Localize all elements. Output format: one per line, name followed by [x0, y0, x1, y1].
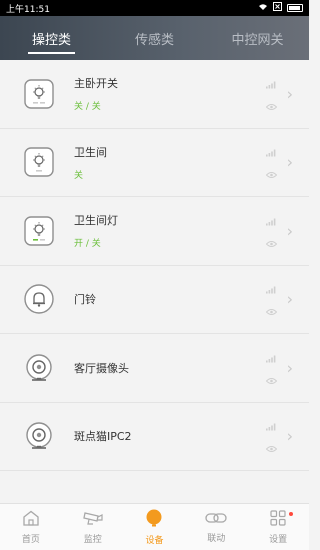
tab-gateway[interactable]: 中控网关 — [206, 16, 309, 60]
device-name: 客厅摄像头 — [74, 361, 129, 375]
device-state: 开 / 关 — [74, 239, 101, 250]
home-icon — [22, 510, 40, 529]
doorbell-icon — [22, 282, 56, 316]
chevron-right-icon: › — [286, 289, 293, 309]
tab-control[interactable]: 操控类 — [0, 16, 103, 60]
eye-icon — [265, 95, 277, 114]
device-row-main-bedroom-switch[interactable]: 主卧开关 关 / 关 › — [0, 60, 309, 129]
device-row-doorbell[interactable]: 门铃 › — [0, 266, 309, 334]
nav-devices[interactable]: 设备 — [124, 504, 186, 550]
notification-dot — [288, 512, 293, 516]
device-row-living-room-camera[interactable]: 客厅摄像头 › — [0, 334, 309, 403]
camera-icon — [22, 419, 56, 453]
no-sim-icon — [273, 2, 282, 14]
chevron-right-icon: › — [286, 221, 293, 241]
light-switch-icon — [22, 77, 56, 111]
signal-icon — [266, 347, 276, 366]
device-state: 关 / 关 — [74, 102, 101, 113]
signal-icon — [266, 416, 276, 435]
grid-settings-icon — [270, 509, 286, 529]
eye-icon — [265, 164, 277, 183]
nav-linkage[interactable]: 联动 — [185, 504, 247, 550]
light-switch-icon — [22, 214, 56, 248]
signal-icon — [266, 210, 276, 229]
nav-label: 监控 — [83, 534, 102, 545]
device-name: 斑点猫IPC2 — [74, 430, 132, 444]
device-row-bathroom[interactable]: 卫生间 关 › — [0, 129, 309, 197]
status-bar: 上午11:51 — [0, 0, 309, 16]
status-icons — [258, 2, 303, 14]
nav-monitor[interactable]: 监控 — [62, 504, 124, 550]
device-name: 门铃 — [74, 293, 96, 307]
device-row-bathroom-light[interactable]: 卫生间灯 开 / 关 › — [0, 197, 309, 266]
eye-icon — [265, 369, 277, 388]
camera-icon — [22, 351, 56, 385]
nav-home[interactable]: 首页 — [0, 504, 62, 550]
nav-settings[interactable]: 设置 — [247, 504, 309, 550]
device-name: 卫生间 — [74, 145, 107, 159]
chevron-right-icon: › — [286, 152, 293, 172]
device-state: 关 — [74, 170, 84, 181]
eye-icon — [265, 301, 277, 320]
eye-icon — [265, 232, 277, 251]
signal-icon — [266, 279, 276, 298]
chevron-right-icon: › — [286, 84, 293, 104]
cctv-icon — [82, 510, 103, 529]
bottom-nav: 首页 监控 设备 联动 设置 — [0, 503, 309, 550]
nav-label: 首页 — [21, 534, 40, 545]
device-row-ipc2-camera[interactable]: 斑点猫IPC2 › — [0, 403, 309, 471]
signal-icon — [266, 142, 276, 161]
device-list: 主卧开关 关 / 关 › 卫生间 关 › 卫生间灯 开 / 关 › 门铃 › 客… — [0, 60, 309, 503]
device-name: 卫生间灯 — [74, 214, 118, 228]
link-icon — [205, 511, 227, 528]
light-switch-icon — [22, 145, 56, 179]
status-time: 上午11:51 — [6, 4, 50, 15]
nav-label: 设置 — [269, 534, 288, 545]
signal-icon — [266, 73, 276, 92]
nav-label: 设备 — [145, 535, 164, 546]
chevron-right-icon: › — [286, 426, 293, 446]
eye-icon — [265, 438, 277, 457]
tab-sensor[interactable]: 传感类 — [103, 16, 206, 60]
nav-label: 联动 — [207, 533, 226, 544]
category-tabbar: 操控类 传感类 中控网关 — [0, 16, 309, 60]
chevron-right-icon: › — [286, 358, 293, 378]
device-name: 主卧开关 — [74, 77, 118, 91]
battery-icon — [287, 4, 303, 12]
wifi-icon — [258, 3, 268, 14]
device-icon — [145, 509, 163, 530]
